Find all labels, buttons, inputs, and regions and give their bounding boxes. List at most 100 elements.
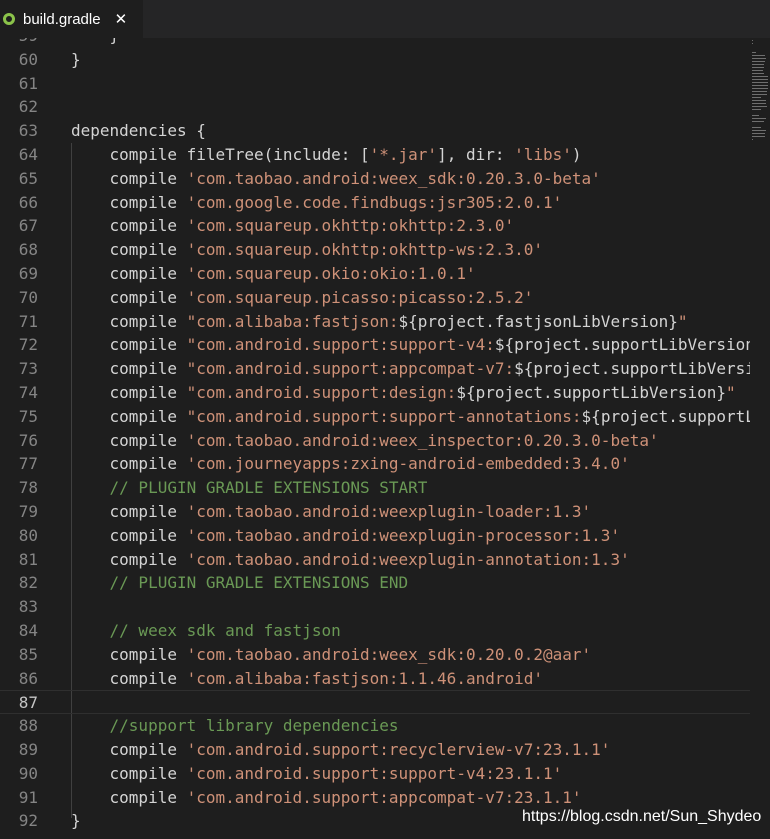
code-line[interactable]: 62 — [0, 95, 750, 119]
code-token: 'com.google.code.findbugs:jsr305:2.0.1' — [186, 192, 563, 212]
minimap-line — [752, 121, 765, 122]
minimap-line — [752, 100, 766, 101]
line-number: 62 — [18, 97, 38, 117]
code-line[interactable]: 73 compile "com.android.support:appcompa… — [0, 357, 750, 381]
code-text: compile 'com.android.support:appcompat-v… — [71, 786, 582, 810]
minimap-line — [752, 94, 767, 95]
code-line[interactable]: 84 // weex sdk and fastjson — [0, 619, 750, 643]
code-line[interactable]: 71 compile "com.alibaba:fastjson:${proje… — [0, 310, 750, 334]
code-token: ], dir: — [437, 145, 515, 164]
line-number: 68 — [18, 240, 38, 260]
code-token: 'com.android.support:recyclerview-v7:23.… — [186, 740, 611, 759]
code-text: compile "com.android.support:appcompat-v… — [71, 357, 750, 381]
code-token: compile — [71, 430, 187, 450]
line-number: 72 — [18, 335, 38, 355]
minimap-line — [752, 91, 768, 92]
code-text: compile 'com.android.support:recyclervie… — [71, 738, 611, 762]
code-token: // PLUGIN GRADLE EXTENSIONS END — [71, 573, 409, 593]
code-line[interactable]: 81 compile 'com.taobao.android:weexplugi… — [0, 548, 750, 572]
code-editor[interactable]: 59 }60}616263dependencies {64 compile fi… — [0, 38, 750, 839]
code-line[interactable]: 79 compile 'com.taobao.android:weexplugi… — [0, 500, 750, 524]
minimap[interactable] — [750, 38, 770, 839]
code-line[interactable]: 80 compile 'com.taobao.android:weexplugi… — [0, 524, 750, 548]
code-text: // PLUGIN GRADLE EXTENSIONS START — [71, 476, 428, 500]
code-token: compile — [71, 287, 187, 307]
minimap-line — [752, 136, 766, 137]
code-line[interactable]: 70 compile 'com.squareup.picasso:picasso… — [0, 286, 750, 310]
code-token: compile — [71, 740, 187, 759]
line-number: 70 — [18, 287, 38, 307]
code-line[interactable]: 68 compile 'com.squareup.okhttp:okhttp-w… — [0, 238, 750, 262]
code-line[interactable]: 90 compile 'com.android.support:support-… — [0, 762, 750, 786]
code-line[interactable]: 76 compile 'com.taobao.android:weex_insp… — [0, 429, 750, 453]
code-text: compile 'com.taobao.android:weex_inspect… — [71, 429, 659, 453]
code-line[interactable]: 75 compile "com.android.support:support-… — [0, 405, 750, 429]
line-number: 87 — [18, 693, 38, 713]
code-token: " — [726, 383, 736, 402]
code-line[interactable]: 63 dependencies { — [0, 119, 750, 143]
code-text: // PLUGIN GRADLE EXTENSIONS END — [71, 571, 409, 595]
code-text: compile fileTree(include: ['*.jar'], dir… — [71, 143, 582, 167]
code-line[interactable]: 65 compile 'com.taobao.android:weex_sdk:… — [0, 167, 750, 191]
code-text: compile 'com.squareup.okhttp:okhttp-ws:2… — [71, 238, 543, 262]
code-line[interactable]: 61 — [0, 72, 750, 96]
code-token: compile — [71, 502, 187, 521]
code-line[interactable]: 85 compile 'com.taobao.android:weex_sdk:… — [0, 643, 750, 667]
code-token: compile — [71, 240, 187, 260]
code-line[interactable]: 88 //support library dependencies — [0, 714, 750, 738]
code-token: 'com.taobao.android:weexplugin-annotatio… — [186, 549, 630, 569]
code-token: 'com.taobao.android:weexplugin-loader:1.… — [186, 502, 592, 521]
minimap-line — [752, 79, 768, 80]
code-line[interactable]: 72 compile "com.android.support:support-… — [0, 333, 750, 357]
code-token: } — [71, 38, 120, 45]
close-icon[interactable]: ✕ — [115, 10, 128, 28]
code-token: compile — [71, 335, 187, 355]
code-token: compile — [71, 216, 187, 236]
minimap-line — [752, 73, 764, 74]
code-token: compile — [71, 644, 187, 664]
code-line[interactable]: 86 compile 'com.alibaba:fastjson:1.1.46.… — [0, 667, 750, 691]
minimap-line — [752, 67, 765, 68]
code-token: compile — [71, 168, 187, 188]
code-line[interactable]: 89 compile 'com.android.support:recycler… — [0, 738, 750, 762]
code-text: compile 'com.taobao.android:weexplugin-l… — [71, 500, 592, 524]
code-token: // weex sdk and fastjson — [71, 621, 341, 640]
tab-build-gradle[interactable]: build.gradle ✕ — [0, 0, 143, 38]
code-line[interactable]: 64 compile fileTree(include: ['*.jar'], … — [0, 143, 750, 167]
code-line[interactable]: 77 compile 'com.journeyapps:zxing-androi… — [0, 452, 750, 476]
code-line[interactable]: 59 } — [0, 38, 750, 48]
minimap-line — [752, 85, 768, 86]
code-text: compile "com.android.support:support-ann… — [71, 405, 750, 429]
code-line[interactable]: 74 compile "com.android.support:design:$… — [0, 381, 750, 405]
line-number: 74 — [18, 383, 38, 402]
code-token: 'com.android.support:support-v4:23.1.1' — [186, 763, 563, 783]
code-text: compile 'com.taobao.android:weexplugin-p… — [71, 524, 621, 548]
line-number: 63 — [18, 121, 38, 141]
line-number: 92 — [18, 811, 38, 831]
code-line[interactable]: 69 compile 'com.squareup.okio:okio:1.0.1… — [0, 262, 750, 286]
code-line[interactable]: 82 // PLUGIN GRADLE EXTENSIONS END — [0, 571, 750, 595]
line-number: 81 — [18, 549, 38, 569]
code-line[interactable]: 83 — [0, 595, 750, 619]
code-text: compile "com.android.support:design:${pr… — [71, 381, 736, 405]
code-line[interactable]: 91 compile 'com.android.support:appcompa… — [0, 786, 750, 810]
minimap-line — [752, 70, 763, 71]
line-number: 84 — [18, 621, 38, 640]
code-token: project.fastjsonLibVersion — [417, 311, 669, 331]
code-line[interactable]: 87 — [0, 690, 750, 715]
code-token: compile fileTree(include: [ — [71, 145, 370, 164]
minimap-line — [752, 106, 767, 107]
code-text: compile "com.android.support:support-v4:… — [71, 333, 750, 357]
code-line[interactable]: 60} — [0, 48, 750, 72]
code-token: compile — [71, 264, 187, 283]
code-line[interactable]: 66 compile 'com.google.code.findbugs:jsr… — [0, 191, 750, 215]
code-token: ${project.supportLibVersion} — [456, 383, 727, 402]
code-text: } — [71, 809, 81, 833]
minimap-line — [752, 76, 768, 77]
code-token: compile — [71, 359, 187, 379]
code-line[interactable]: 67 compile 'com.squareup.okhttp:okhttp:2… — [0, 214, 750, 238]
code-line[interactable]: 78 // PLUGIN GRADLE EXTENSIONS START — [0, 476, 750, 500]
minimap-line — [752, 115, 759, 116]
code-token: ${project.supportL — [581, 406, 750, 426]
code-token: compile — [71, 549, 187, 569]
